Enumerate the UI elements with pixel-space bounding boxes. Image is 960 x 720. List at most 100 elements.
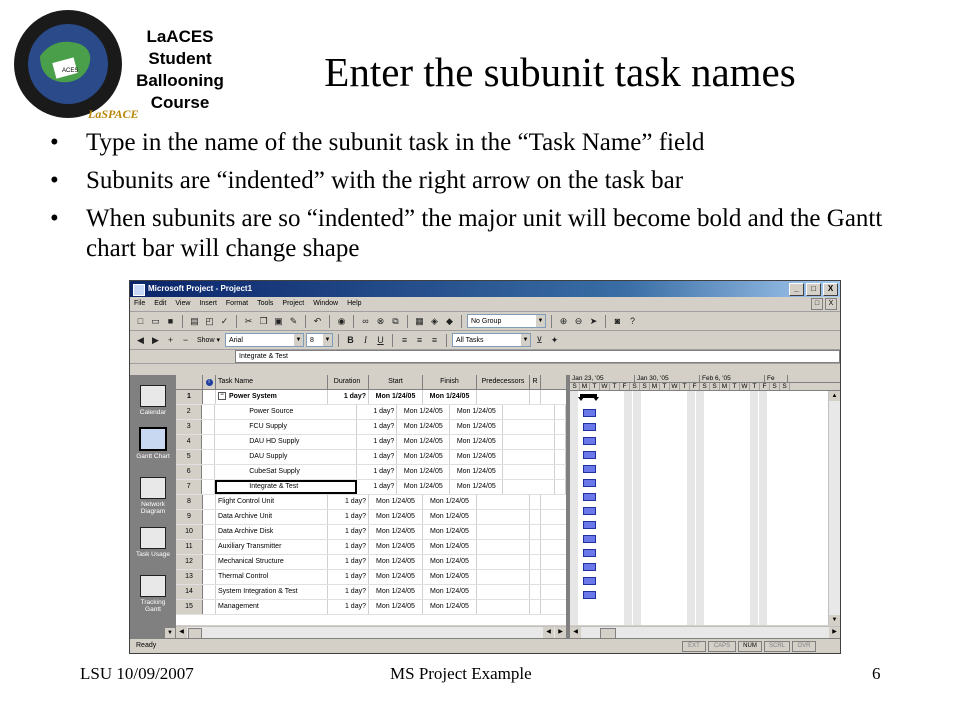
view-calendar[interactable]: Calendar — [132, 385, 174, 416]
predecessors-cell[interactable] — [503, 450, 556, 464]
indicator-cell[interactable] — [203, 525, 216, 539]
resource-cell[interactable] — [530, 555, 541, 569]
row-id[interactable]: 3 — [176, 420, 203, 434]
gantt-task-bar[interactable] — [583, 535, 596, 543]
resource-cell[interactable] — [555, 480, 567, 494]
table-row[interactable]: 2 Power Source 1 day? Mon 1/24/05 Mon 1/24/0… — [176, 405, 567, 420]
gantt-task-bar[interactable] — [583, 493, 596, 501]
predecessors-cell[interactable] — [477, 540, 530, 554]
duration-cell[interactable]: 1 day? — [328, 510, 369, 524]
collapse-icon[interactable]: − — [218, 392, 226, 401]
link-tasks-icon[interactable]: ∞ — [359, 315, 372, 328]
align-left-icon[interactable]: ≡ — [398, 334, 411, 347]
indicator-cell[interactable] — [203, 390, 216, 404]
scroll-right-icon[interactable]: ▶ — [829, 627, 840, 638]
row-id[interactable]: 11 — [176, 540, 203, 554]
close-button[interactable]: X — [823, 283, 838, 296]
hyperlink-icon[interactable]: ◉ — [335, 315, 348, 328]
duration-cell[interactable]: 1 day? — [357, 405, 398, 419]
row-id[interactable]: 4 — [176, 435, 203, 449]
predecessors-cell[interactable] — [477, 555, 530, 569]
gantt-task-bar[interactable] — [583, 563, 596, 571]
gantt-task-bar[interactable] — [583, 451, 596, 459]
duration-cell[interactable]: 1 day? — [328, 540, 369, 554]
start-cell[interactable]: Mon 1/24/05 — [369, 540, 423, 554]
view-task-usage[interactable]: Task Usage — [132, 527, 174, 558]
duration-cell[interactable]: 1 day? — [328, 555, 369, 569]
duration-cell[interactable]: 1 day? — [328, 525, 369, 539]
gantt-body[interactable] — [570, 391, 828, 625]
start-cell[interactable]: Mon 1/24/05 — [369, 570, 423, 584]
finish-cell[interactable]: Mon 1/24/05 — [450, 480, 504, 494]
table-row[interactable]: 12 Mechanical Structure 1 day? Mon 1/24/05 M… — [176, 555, 566, 570]
task-name-cell[interactable]: FCU Supply — [215, 420, 358, 434]
hide-subtasks-icon[interactable]: − — [179, 334, 192, 347]
row-id[interactable]: 10 — [176, 525, 203, 539]
task-name-cell[interactable]: Flight Control Unit — [216, 495, 328, 509]
table-row[interactable]: 9 Data Archive Unit 1 day? Mon 1/24/05 Mon 1… — [176, 510, 566, 525]
window-titlebar[interactable]: Microsoft Project - Project1 _ □ X — [130, 281, 840, 297]
italic-button[interactable]: I — [359, 334, 372, 347]
resource-cell[interactable] — [530, 525, 541, 539]
column-header-finish[interactable]: Finish — [423, 375, 477, 389]
duration-cell[interactable]: 1 day? — [328, 570, 369, 584]
task-name-cell[interactable]: Data Archive Unit — [216, 510, 328, 524]
row-id[interactable]: 14 — [176, 585, 203, 599]
scroll-right-icon[interactable]: ▶ — [555, 627, 566, 638]
start-cell[interactable]: Mon 1/24/05 — [369, 495, 423, 509]
indicator-cell[interactable] — [203, 555, 216, 569]
menu-help[interactable]: Help — [347, 297, 361, 311]
gantt-wizard-icon[interactable]: ✦ — [548, 334, 561, 347]
table-row[interactable]: 4 DAU HD Supply 1 day? Mon 1/24/05 Mon 1/24/… — [176, 435, 567, 450]
finish-cell[interactable]: Mon 1/24/05 — [423, 390, 477, 404]
predecessors-cell[interactable] — [503, 465, 556, 479]
view-gantt-chart[interactable]: Gantt Chart — [132, 427, 174, 460]
start-cell[interactable]: Mon 1/24/05 — [369, 525, 423, 539]
open-icon[interactable]: ▭ — [149, 315, 162, 328]
indicator-cell[interactable] — [203, 495, 216, 509]
gantt-task-bar[interactable] — [583, 465, 596, 473]
indicator-cell[interactable] — [202, 450, 216, 464]
table-row[interactable]: 14 System Integration & Test 1 day? Mon 1/2… — [176, 585, 566, 600]
copy-icon[interactable]: ❐ — [257, 315, 270, 328]
predecessors-cell[interactable] — [477, 600, 530, 614]
column-header-resources[interactable]: R — [530, 375, 541, 389]
gantt-task-bar[interactable] — [583, 479, 596, 487]
row-id[interactable]: 2 — [176, 405, 203, 419]
task-name-cell[interactable]: Thermal Control — [216, 570, 328, 584]
select-all-corner[interactable] — [176, 375, 203, 389]
filter-combo[interactable]: All Tasks ▼ — [451, 333, 531, 347]
task-name-cell[interactable]: DAU HD Supply — [215, 435, 358, 449]
predecessors-cell[interactable] — [503, 435, 556, 449]
resource-cell[interactable] — [530, 495, 541, 509]
predecessors-cell[interactable] — [477, 585, 530, 599]
row-id[interactable]: 5 — [176, 450, 203, 464]
finish-cell[interactable]: Mon 1/24/05 — [450, 420, 504, 434]
view-tracking-gantt[interactable]: Tracking Gantt — [132, 575, 174, 613]
scroll-up-icon[interactable]: ▲ — [829, 391, 840, 401]
outdent-icon[interactable]: ◀ — [134, 334, 147, 347]
table-row[interactable]: 3 FCU Supply 1 day? Mon 1/24/05 Mon 1/24/05 — [176, 420, 567, 435]
start-cell[interactable]: Mon 1/24/05 — [369, 600, 423, 614]
save-icon[interactable]: ■ — [164, 315, 177, 328]
font-size-combo[interactable]: 8 ▼ — [305, 333, 333, 347]
gantt-task-bar[interactable] — [583, 409, 596, 417]
task-name-cell[interactable]: System Integration & Test — [216, 585, 328, 599]
predecessors-cell[interactable] — [503, 480, 556, 494]
scroll-left-icon[interactable]: ◀ — [176, 627, 187, 638]
table-row[interactable]: 5 DAU Supply 1 day? Mon 1/24/05 Mon 1/24/05 — [176, 450, 567, 465]
scroll-down-icon[interactable]: ▼ — [829, 615, 840, 625]
indicator-cell[interactable] — [202, 465, 216, 479]
row-id[interactable]: 12 — [176, 555, 203, 569]
view-network-diagram[interactable]: Network Diagram — [132, 477, 174, 515]
align-right-icon[interactable]: ≡ — [428, 334, 441, 347]
task-info-icon[interactable]: ▦ — [413, 315, 426, 328]
task-name-cell[interactable]: Management — [216, 600, 328, 614]
goto-task-icon[interactable]: ➤ — [587, 315, 600, 328]
finish-cell[interactable]: Mon 1/24/05 — [450, 435, 504, 449]
duration-cell[interactable]: 1 day? — [357, 435, 398, 449]
row-id[interactable]: 9 — [176, 510, 203, 524]
task-name-cell[interactable]: Integrate & Test — [215, 480, 358, 494]
duration-cell[interactable]: 1 day? — [357, 450, 398, 464]
print-preview-icon[interactable]: ◰ — [203, 315, 216, 328]
